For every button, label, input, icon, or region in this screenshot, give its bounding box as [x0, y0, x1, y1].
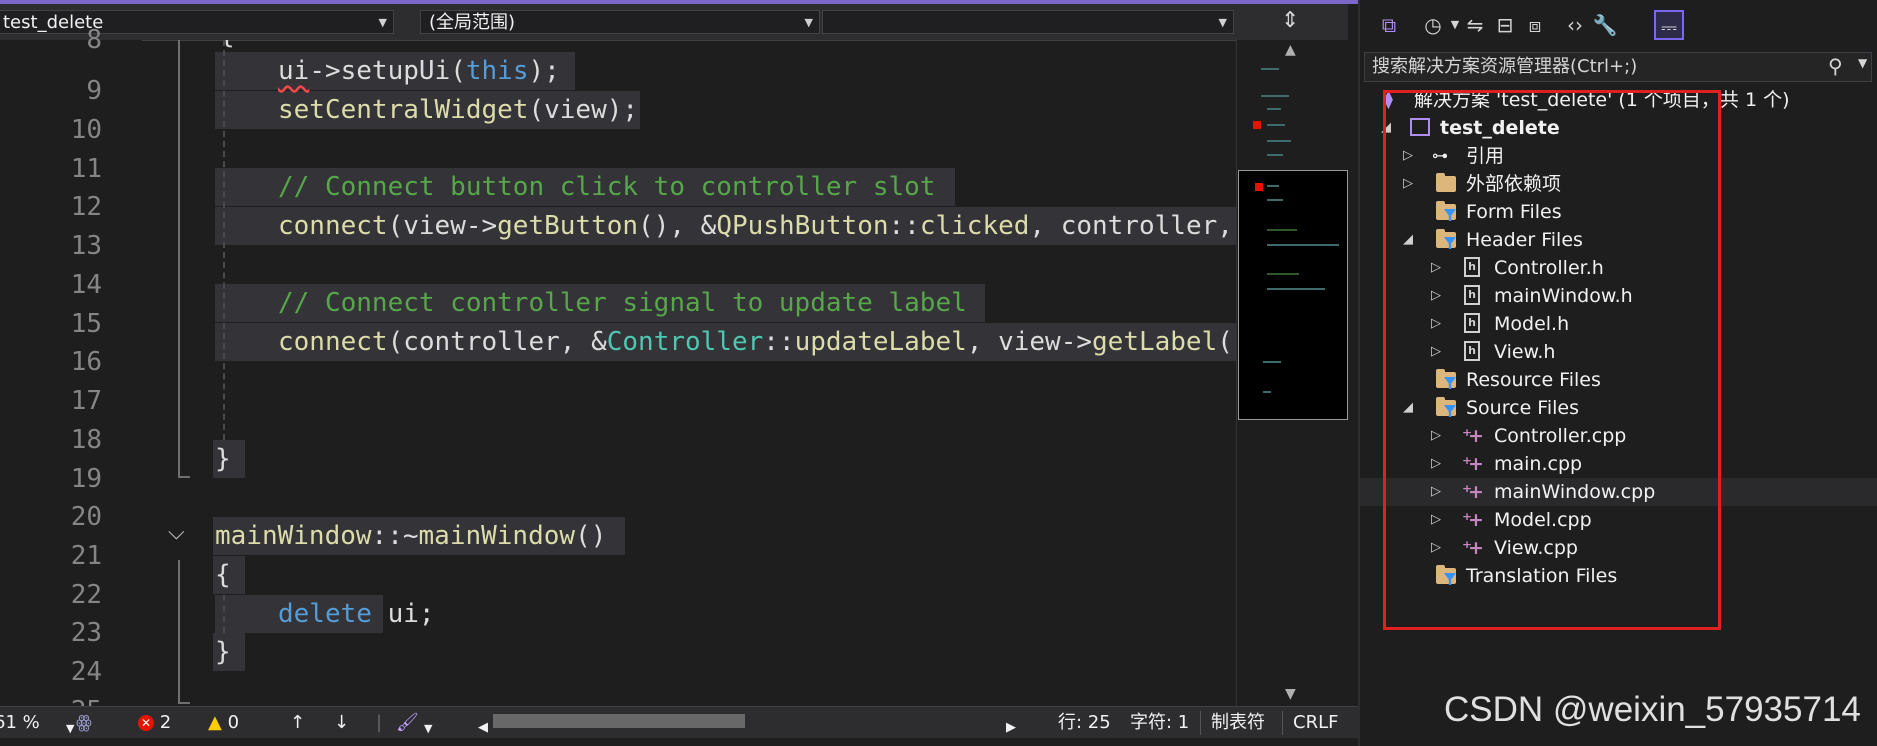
code-area[interactable]: { ui->setupUi(this); setCentralWidget(vi… [145, 40, 1236, 706]
line-number: 9 [86, 76, 102, 106]
line-number: 17 [70, 386, 102, 416]
code-line-9: ui->setupUi(this); [278, 56, 560, 86]
minimap-line [1267, 108, 1281, 110]
code-line-16: connect(controller, &Controller::updateL… [278, 327, 1233, 357]
sync-icon[interactable]: ⇋ [1460, 10, 1490, 40]
scope-combo[interactable]: (全局范围) ▼ [420, 10, 820, 34]
minimap-line [1267, 124, 1285, 126]
minimap-line [1267, 199, 1283, 201]
preview-selected-icon[interactable]: ⎓ [1654, 10, 1684, 40]
scope-value: (全局范围) [429, 12, 516, 33]
chevron-down-icon: ▼ [378, 16, 387, 29]
minimap-line [1267, 154, 1283, 156]
error-marker[interactable] [1255, 183, 1263, 191]
member-combo[interactable]: ▼ [822, 10, 1234, 34]
line-number: 11 [70, 154, 102, 184]
line-number: 15 [70, 309, 102, 339]
divider: | [376, 712, 383, 733]
indent-mode[interactable]: 制表符 [1200, 711, 1265, 735]
minimap-line [1263, 361, 1281, 363]
previous-issue-arrow-icon[interactable]: ↑ [290, 711, 305, 735]
scroll-left-arrow-icon[interactable]: ◀ [478, 716, 488, 740]
warning-icon: ▲ [208, 712, 222, 733]
code-line-8: { [219, 40, 235, 54]
properties-wrench-icon[interactable]: 🔧 [1590, 10, 1620, 40]
line-number: 18 [70, 425, 102, 455]
warning-count[interactable]: ▲ 0 [208, 711, 239, 735]
navigation-bar: test_delete ▼ (全局范围) ▼ ▼ [0, 4, 1236, 41]
indent-guide [223, 40, 225, 440]
error-icon: ✕ [138, 715, 154, 731]
line-number: 23 [70, 618, 102, 648]
scroll-up-arrow-icon[interactable]: ▲ [1285, 42, 1296, 58]
chevron-down-icon[interactable]: ▼ [1858, 56, 1867, 70]
split-icon: ⇕ [1281, 8, 1300, 33]
code-line-23: delete ui; [278, 599, 435, 629]
zoom-level[interactable]: 61 % [0, 711, 40, 735]
bottom-strip [0, 738, 1358, 746]
code-line-19: } [215, 444, 231, 474]
collapse-all-icon[interactable]: ⊟ [1490, 10, 1520, 40]
line-number: 8 [86, 25, 102, 55]
split-editor-button[interactable]: ⇕ [1236, 4, 1348, 41]
code-line-22: { [215, 560, 231, 590]
minimap-line [1261, 95, 1289, 97]
minimap-line [1263, 391, 1271, 393]
cleanup-brush-icon[interactable]: 🖌 [396, 711, 419, 735]
cursor-char[interactable]: 字符: 1 [1130, 711, 1189, 735]
line-number: 12 [70, 192, 102, 222]
line-number: 10 [70, 115, 102, 145]
minimap-line [1261, 68, 1279, 70]
line-number: 13 [70, 231, 102, 261]
chevron-down-icon: ▼ [1218, 16, 1227, 29]
minimap-line [1267, 288, 1325, 290]
code-line-12-comment: // Connect button click to controller sl… [278, 172, 936, 202]
next-issue-arrow-icon[interactable]: ↓ [334, 711, 349, 735]
view-code-icon[interactable]: ‹› [1560, 10, 1590, 40]
error-marker[interactable] [1253, 121, 1261, 129]
code-line-21: mainWindow::~mainWindow() [215, 521, 607, 551]
horizontal-scrollbar-thumb[interactable] [493, 714, 745, 728]
line-number: 19 [70, 464, 102, 494]
line-number: 14 [70, 270, 102, 300]
brain-icon[interactable]: ꙮ [76, 711, 92, 735]
watermark: CSDN @weixin_57935714 [1444, 690, 1861, 729]
line-number: 21 [70, 541, 102, 571]
line-number: 16 [70, 347, 102, 377]
code-line-24: } [215, 637, 231, 667]
minimap-line [1267, 140, 1291, 142]
code-line-13: connect(view->getButton(), &QPushButton:… [278, 211, 1233, 241]
line-number: 22 [70, 580, 102, 610]
indent-guide [223, 595, 225, 633]
minimap-line [1267, 244, 1339, 246]
error-count-value: 2 [159, 712, 172, 733]
line-number-gutter: 8 9 10 11 12 13 14 15 16 17 18 19 20 21 … [0, 25, 190, 726]
switch-views-icon[interactable]: ⧉ [1374, 10, 1404, 40]
line-number: 24 [70, 657, 102, 687]
line-number: 20 [70, 502, 102, 532]
search-icon[interactable]: ⚲ [1828, 54, 1843, 78]
error-count[interactable]: ✕ 2 [138, 711, 171, 735]
cursor-line[interactable]: 行: 25 [1058, 711, 1111, 735]
minimap-line [1267, 273, 1299, 275]
chevron-down-icon: ▼ [804, 16, 813, 29]
minimap-line [1267, 185, 1279, 187]
code-line-15-comment: // Connect controller signal to update l… [278, 288, 967, 318]
scroll-right-arrow-icon[interactable]: ▶ [1006, 716, 1016, 740]
annotation-highlight-box [1383, 90, 1721, 630]
warning-count-value: 0 [227, 712, 240, 733]
minimap-line [1267, 229, 1297, 231]
minimap-viewport[interactable] [1238, 170, 1348, 420]
show-all-files-icon[interactable]: ⧈ [1520, 10, 1550, 40]
scroll-down-arrow-icon[interactable]: ▼ [1285, 686, 1296, 702]
code-line-10: setCentralWidget(view); [278, 95, 639, 125]
line-ending[interactable]: CRLF [1282, 711, 1338, 735]
solution-explorer-toolbar: ⧉ ◷ ▼ ⇋ ⊟ ⧈ ‹› 🔧 ⎓ [1360, 0, 1877, 50]
search-input-placeholder[interactable]: 搜索解决方案资源管理器(Ctrl+;) [1372, 55, 1637, 79]
